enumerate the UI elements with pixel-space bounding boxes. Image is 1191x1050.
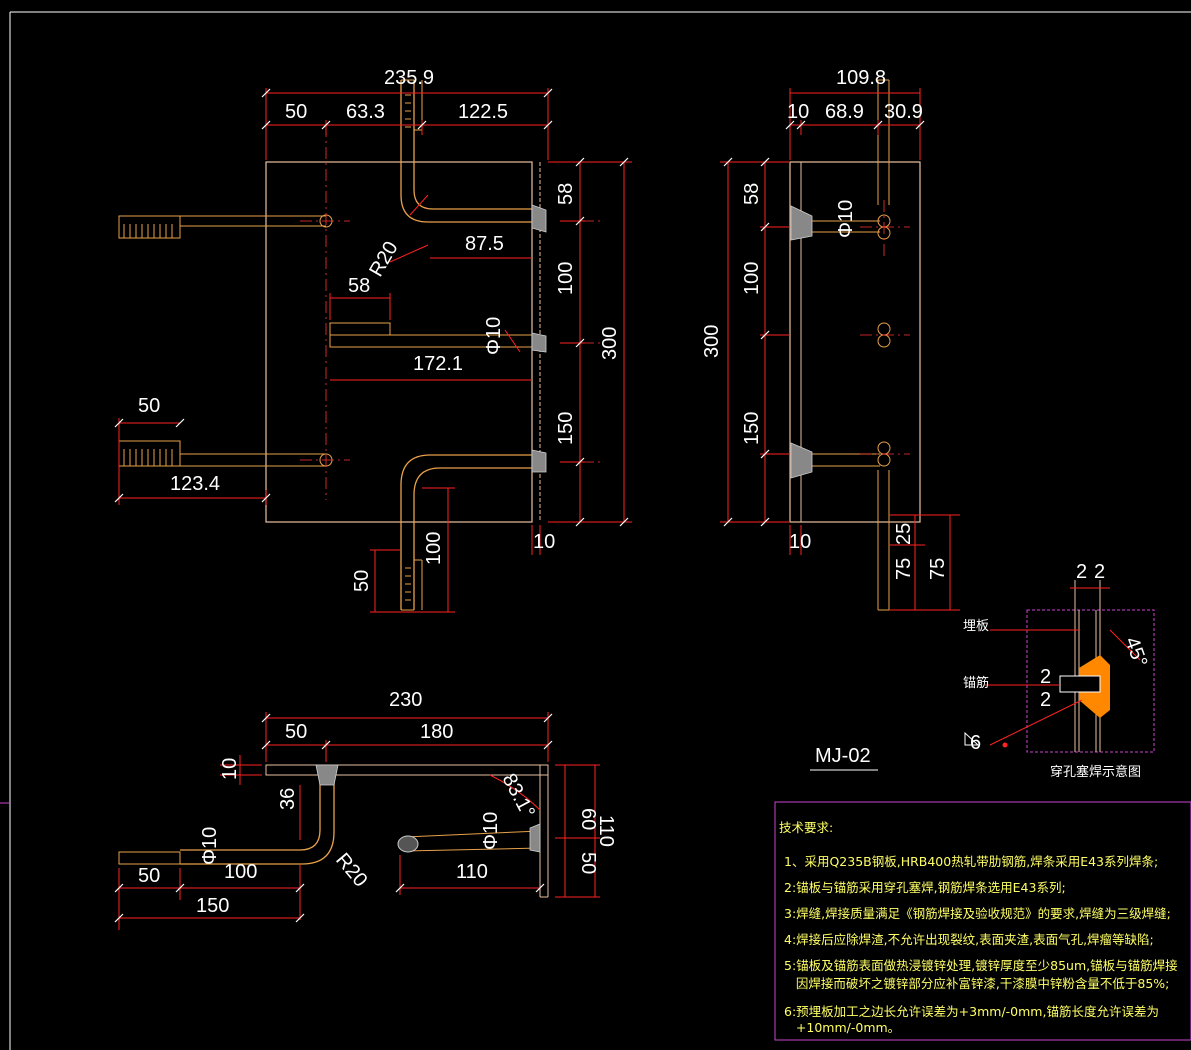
detail-label-bar: 锚筋 xyxy=(963,675,989,691)
detail-caption: 穿孔塞焊示意图 xyxy=(1050,764,1141,780)
side-view: 109.8 10 68.9 30.9 58 100 150 300 Φ10 10… xyxy=(701,67,960,611)
dim-v300: 300 xyxy=(599,327,621,360)
front-view: 235.9 50 63.3 122.5 87.5 R20 58 172.1 Φ1… xyxy=(114,67,632,613)
dim-b10: 10 xyxy=(533,531,555,553)
dim-87-5: 87.5 xyxy=(465,233,504,255)
side-dim-b25: 25 xyxy=(893,523,915,545)
side-dim-w30-9: 30.9 xyxy=(884,101,923,123)
dim-w50: 50 xyxy=(285,101,307,123)
note-6: 6:预埋板加工之边长允许误差为+3mm/-0mm,锚筋长度允许误差为 xyxy=(784,1004,1159,1019)
detail-dim-2a: 2 xyxy=(1076,561,1087,583)
detail-dim-2b: 2 xyxy=(1094,561,1105,583)
note-4: 4:焊接后应除焊渣,不允许出现裂纹,表面夹渣,表面气孔,焊瘤等缺陷; xyxy=(784,932,1154,947)
side-dim-v100: 100 xyxy=(741,262,763,295)
plan-dim-total: 230 xyxy=(389,689,422,711)
plan-dim-phi10a: Φ10 xyxy=(199,827,221,865)
side-dim-w68-9: 68.9 xyxy=(825,101,864,123)
dim-172-1: 172.1 xyxy=(413,353,463,375)
detail-weld-size: 6 xyxy=(970,732,981,754)
detail-label-plate: 埋板 xyxy=(963,619,989,634)
dim-50-left: 50 xyxy=(138,395,160,417)
dim-total-width: 235.9 xyxy=(384,67,434,89)
detail-dim-2c: 2 xyxy=(1040,666,1051,688)
note-5-cont: 因焊接而破坏之镀锌部分应补富锌漆,干漆膜中锌粉含量不低于85%; xyxy=(784,976,1169,991)
note-2: 2:锚板与锚筋采用穿孔塞焊,钢筋焊条选用E43系列; xyxy=(784,880,1066,895)
dim-v100: 100 xyxy=(555,262,577,295)
side-dim-total: 109.8 xyxy=(836,67,886,89)
note-1: 1、采用Q235B钢板,HRB400热轧带肋钢筋,焊条采用E43系列焊条; xyxy=(784,854,1158,869)
note-5: 5:锚板及锚筋表面做热浸镀锌处理,镀锌厚度至少85um,锚板与锚筋焊接 xyxy=(784,958,1178,973)
side-dim-v150: 150 xyxy=(741,412,763,445)
plan-dim-l100: 100 xyxy=(224,861,257,883)
bottom-bent-rebar xyxy=(400,454,532,610)
plan-plate xyxy=(265,764,549,776)
plan-dim-l150: 150 xyxy=(196,895,229,917)
technical-notes: 技术要求: 1、采用Q235B钢板,HRB400热轧带肋钢筋,焊条采用E43系列… xyxy=(774,801,1191,1041)
plan-dim-l50: 50 xyxy=(138,865,160,887)
dim-v150: 150 xyxy=(555,412,577,445)
dim-123-4: 123.4 xyxy=(170,473,220,495)
plan-dim-v50: 50 xyxy=(577,852,599,874)
plan-view: 230 50 180 10 36 Φ10 Φ10 83.1° R20 50 10… xyxy=(114,689,617,930)
plan-dim-v110: 110 xyxy=(595,815,617,847)
side-dim-v300: 300 xyxy=(701,325,723,358)
detail-dim-2d: 2 xyxy=(1040,689,1051,711)
part-tag: MJ-02 xyxy=(815,745,871,767)
left-lower-rebar xyxy=(118,440,181,467)
part-tag-group: MJ-02 xyxy=(810,745,878,771)
cad-drawing: 235.9 50 63.3 122.5 87.5 R20 58 172.1 Φ1… xyxy=(0,11,1191,1050)
dim-b100: 100 xyxy=(423,532,445,565)
left-upper-rebar xyxy=(118,215,181,239)
side-dim-b10: 10 xyxy=(789,531,811,553)
plan-dim-r20: R20 xyxy=(331,849,371,891)
plan-dim-angle: 83.1° xyxy=(498,770,539,822)
plan-dim-36: 36 xyxy=(277,788,299,810)
dim-v58: 58 xyxy=(555,183,577,205)
notes-title: 技术要求: xyxy=(779,820,833,835)
dim-w122-5: 122.5 xyxy=(458,101,508,123)
detail-angle: 45° xyxy=(1120,634,1151,670)
side-dim-v58: 58 xyxy=(741,183,763,205)
side-dim-b75a: 75 xyxy=(893,558,915,580)
dim-phi10: Φ10 xyxy=(483,317,505,355)
plan-dim-l110: 110 xyxy=(456,861,488,883)
note-6-cont: +10mm/-0mm。 xyxy=(784,1020,900,1035)
plan-dim-phi10b: Φ10 xyxy=(480,812,502,850)
plan-dim-t10: 10 xyxy=(219,758,241,780)
side-dim-b75b: 75 xyxy=(927,558,949,580)
plan-dim-50: 50 xyxy=(285,721,307,743)
note-3: 3:焊缝,焊接质量满足《钢筋焊接及验收规范》的要求,焊缝为三级焊缝; xyxy=(784,906,1171,921)
plug-weld-detail: 埋板 锚筋 2 2 2 2 45° 6 穿孔塞焊示意图 xyxy=(963,561,1155,780)
side-dim-phi10: Φ10 xyxy=(835,200,857,238)
dim-b50: 50 xyxy=(351,570,373,592)
dim-w63-3: 63.3 xyxy=(346,101,385,123)
side-dim-w10: 10 xyxy=(787,101,809,123)
plan-dim-180: 180 xyxy=(420,721,453,743)
dim-58: 58 xyxy=(348,275,370,297)
